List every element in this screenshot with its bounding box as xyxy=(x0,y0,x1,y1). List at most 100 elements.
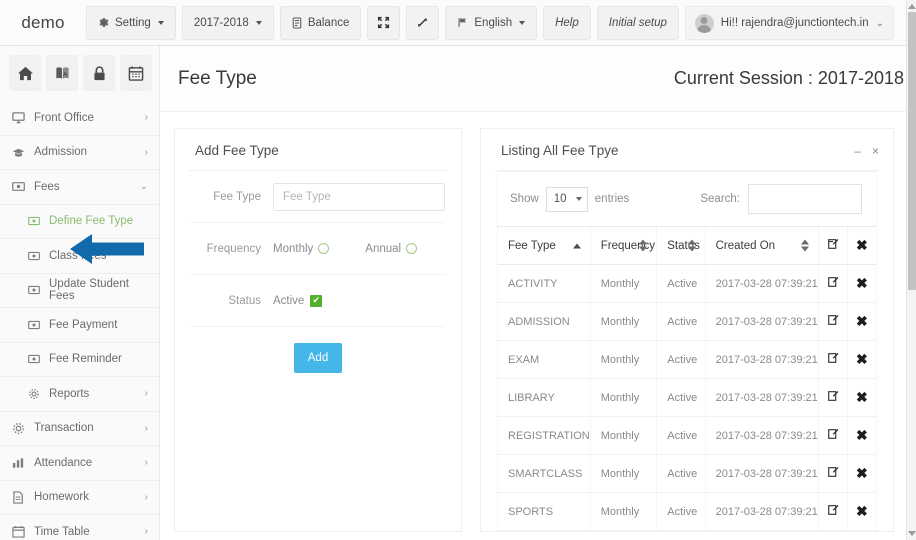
fee-type-input[interactable] xyxy=(273,182,445,211)
cell-edit[interactable] xyxy=(817,264,848,303)
close-x-icon[interactable]: ✖ xyxy=(856,427,868,443)
close-x-icon[interactable]: ✖ xyxy=(856,503,868,519)
edit-icon[interactable] xyxy=(827,504,839,516)
edit-icon[interactable] xyxy=(827,466,839,478)
cell-delete[interactable]: ✖ xyxy=(846,416,878,455)
frequency-option-monthly[interactable]: Monthly xyxy=(273,243,330,255)
sidebar-item-define-fee-type-row[interactable]: Define Fee Type xyxy=(0,205,159,239)
sidebar-item-transaction-row[interactable]: Transaction › xyxy=(0,412,159,446)
column-header-fee-type[interactable]: Fee Type xyxy=(497,226,591,265)
checkmark-icon[interactable]: ✔ xyxy=(310,294,323,307)
cell-frequency: Monthly xyxy=(589,492,657,531)
scroll-up-arrow-icon[interactable] xyxy=(908,4,916,9)
table-row[interactable]: ACTIVITY Monthly Active 2017-03-28 07:39… xyxy=(497,264,878,303)
sidebar-item-fee-reminder[interactable]: Fee Reminder xyxy=(0,343,159,377)
cell-edit[interactable] xyxy=(817,492,848,531)
sidebar-item-admission[interactable]: Admission › xyxy=(0,136,159,170)
edit-icon[interactable] xyxy=(827,314,839,326)
cell-delete[interactable]: ✖ xyxy=(846,454,878,493)
initial-setup-button[interactable]: Initial setup xyxy=(596,5,679,40)
sidebar-item-reports[interactable]: Reports › xyxy=(0,377,159,412)
quick-icon-translate[interactable]: A xyxy=(46,55,78,91)
cell-delete[interactable]: ✖ xyxy=(846,340,878,379)
frequency-option-annual[interactable]: Annual xyxy=(365,243,418,255)
sidebar-item-fee-payment-row[interactable]: Fee Payment xyxy=(0,308,159,342)
cell-delete[interactable]: ✖ xyxy=(846,492,878,531)
close-x-icon[interactable]: ✖ xyxy=(856,275,868,291)
sidebar-item-class-fees-row[interactable]: Class Fees xyxy=(0,239,159,273)
close-x-icon[interactable]: ✖ xyxy=(856,313,868,329)
sidebar-item-front-office[interactable]: Front Office › xyxy=(0,101,159,136)
cell-delete[interactable]: ✖ xyxy=(846,378,878,417)
scrollbar-thumb[interactable] xyxy=(908,12,916,290)
table-row[interactable]: SMARTCLASS Monthly Active 2017-03-28 07:… xyxy=(497,454,878,493)
balance-button[interactable]: Balance xyxy=(279,5,362,40)
sidebar-item-fee-payment[interactable]: Fee Payment xyxy=(0,308,159,343)
cell-edit[interactable] xyxy=(817,416,848,455)
sidebar-item-fees-row[interactable]: Fees ⌄ xyxy=(0,170,159,204)
table-row[interactable]: EXAM Monthly Active 2017-03-28 07:39:21 xyxy=(497,340,878,379)
quick-icon-home[interactable] xyxy=(9,55,41,91)
sidebar-item-label: Transaction xyxy=(34,422,94,435)
book-icon xyxy=(292,17,302,29)
sidebar-item-time-table[interactable]: Time Table › xyxy=(0,515,159,540)
cell-edit[interactable] xyxy=(817,378,848,417)
radio-circle-icon[interactable] xyxy=(406,243,418,254)
sidebar-item-class-fees[interactable]: Class Fees xyxy=(0,239,159,274)
sidebar-item-homework-row[interactable]: Homework › xyxy=(0,481,159,515)
edit-icon[interactable] xyxy=(827,276,839,288)
close-x-icon[interactable]: ✖ xyxy=(856,465,868,481)
close-x-icon[interactable]: ✖ xyxy=(856,389,868,405)
sidebar-item-update-student-fees-row[interactable]: Update Student Fees xyxy=(0,274,159,308)
language-button[interactable]: English xyxy=(445,5,538,40)
close-x-icon[interactable]: ✖ xyxy=(856,351,868,367)
close-icon[interactable]: × xyxy=(872,145,879,157)
help-button[interactable]: Help xyxy=(543,5,591,40)
scroll-down-arrow-icon[interactable] xyxy=(908,531,916,536)
edit-icon[interactable] xyxy=(827,352,839,364)
column-header-frequency[interactable]: Frequency xyxy=(589,226,657,265)
sidebar-item-front-office-row[interactable]: Front Office › xyxy=(0,101,159,135)
table-row[interactable]: LIBRARY Monthly Active 2017-03-28 07:39:… xyxy=(497,378,878,417)
minimize-icon[interactable]: – xyxy=(854,145,861,157)
search-input[interactable] xyxy=(748,184,862,214)
sidebar-item-homework[interactable]: Homework › xyxy=(0,481,159,515)
page-scrollbar[interactable] xyxy=(906,0,916,540)
sidebar-item-reports-row[interactable]: Reports › xyxy=(0,377,159,411)
compress-button[interactable] xyxy=(367,5,401,40)
brand-logo[interactable]: demo xyxy=(0,13,86,33)
table-row[interactable]: SPORTS Monthly Active 2017-03-28 07:39:2… xyxy=(497,492,878,531)
listing-panel-header: Listing All Fee Tpye – × xyxy=(481,129,893,170)
add-button[interactable]: Add xyxy=(293,343,343,373)
column-header-created-on[interactable]: Created On xyxy=(704,226,818,265)
quick-icon-calendar[interactable] xyxy=(120,55,152,91)
sidebar-item-fee-reminder-row[interactable]: Fee Reminder xyxy=(0,343,159,377)
column-header-status[interactable]: Status xyxy=(656,226,706,265)
sidebar-item-define-fee-type[interactable]: Define Fee Type xyxy=(0,205,159,239)
sidebar-item-attendance[interactable]: Attendance › xyxy=(0,446,159,481)
setting-button[interactable]: Setting xyxy=(86,5,176,40)
edit-icon[interactable] xyxy=(827,390,839,402)
page-size-select[interactable]: 10 xyxy=(545,186,588,212)
radio-circle-icon[interactable] xyxy=(318,243,330,254)
sidebar-item-fees[interactable]: Fees ⌄ xyxy=(0,170,159,205)
panel-tools: – × xyxy=(854,145,879,157)
expand-diagonal-button[interactable] xyxy=(406,5,440,40)
cell-edit[interactable] xyxy=(817,454,848,493)
user-account-menu[interactable]: Hi!! rajendra@junctiontech.in ⌄ xyxy=(684,6,894,40)
cell-delete[interactable]: ✖ xyxy=(846,302,878,341)
quick-icon-lock[interactable] xyxy=(83,55,115,91)
sidebar-item-time-table-row[interactable]: Time Table › xyxy=(0,515,159,540)
sidebar-item-admission-row[interactable]: Admission › xyxy=(0,136,159,170)
sidebar-item-update-student-fees[interactable]: Update Student Fees xyxy=(0,274,159,308)
cell-edit[interactable] xyxy=(817,302,848,341)
edit-icon[interactable] xyxy=(827,428,839,440)
sidebar-item-transaction[interactable]: Transaction › xyxy=(0,412,159,446)
table-row[interactable]: ADMISSION Monthly Active 2017-03-28 07:3… xyxy=(497,302,878,341)
sidebar-item-attendance-row[interactable]: Attendance › xyxy=(0,446,159,480)
cell-edit[interactable] xyxy=(817,340,848,379)
session-year-button[interactable]: 2017-2018 xyxy=(181,5,274,40)
status-active-checkbox-wrap[interactable]: Active ✔ xyxy=(273,294,445,307)
table-row[interactable]: REGISTRATION Monthly Active 2017-03-28 0… xyxy=(497,416,878,455)
cell-delete[interactable]: ✖ xyxy=(846,264,878,303)
